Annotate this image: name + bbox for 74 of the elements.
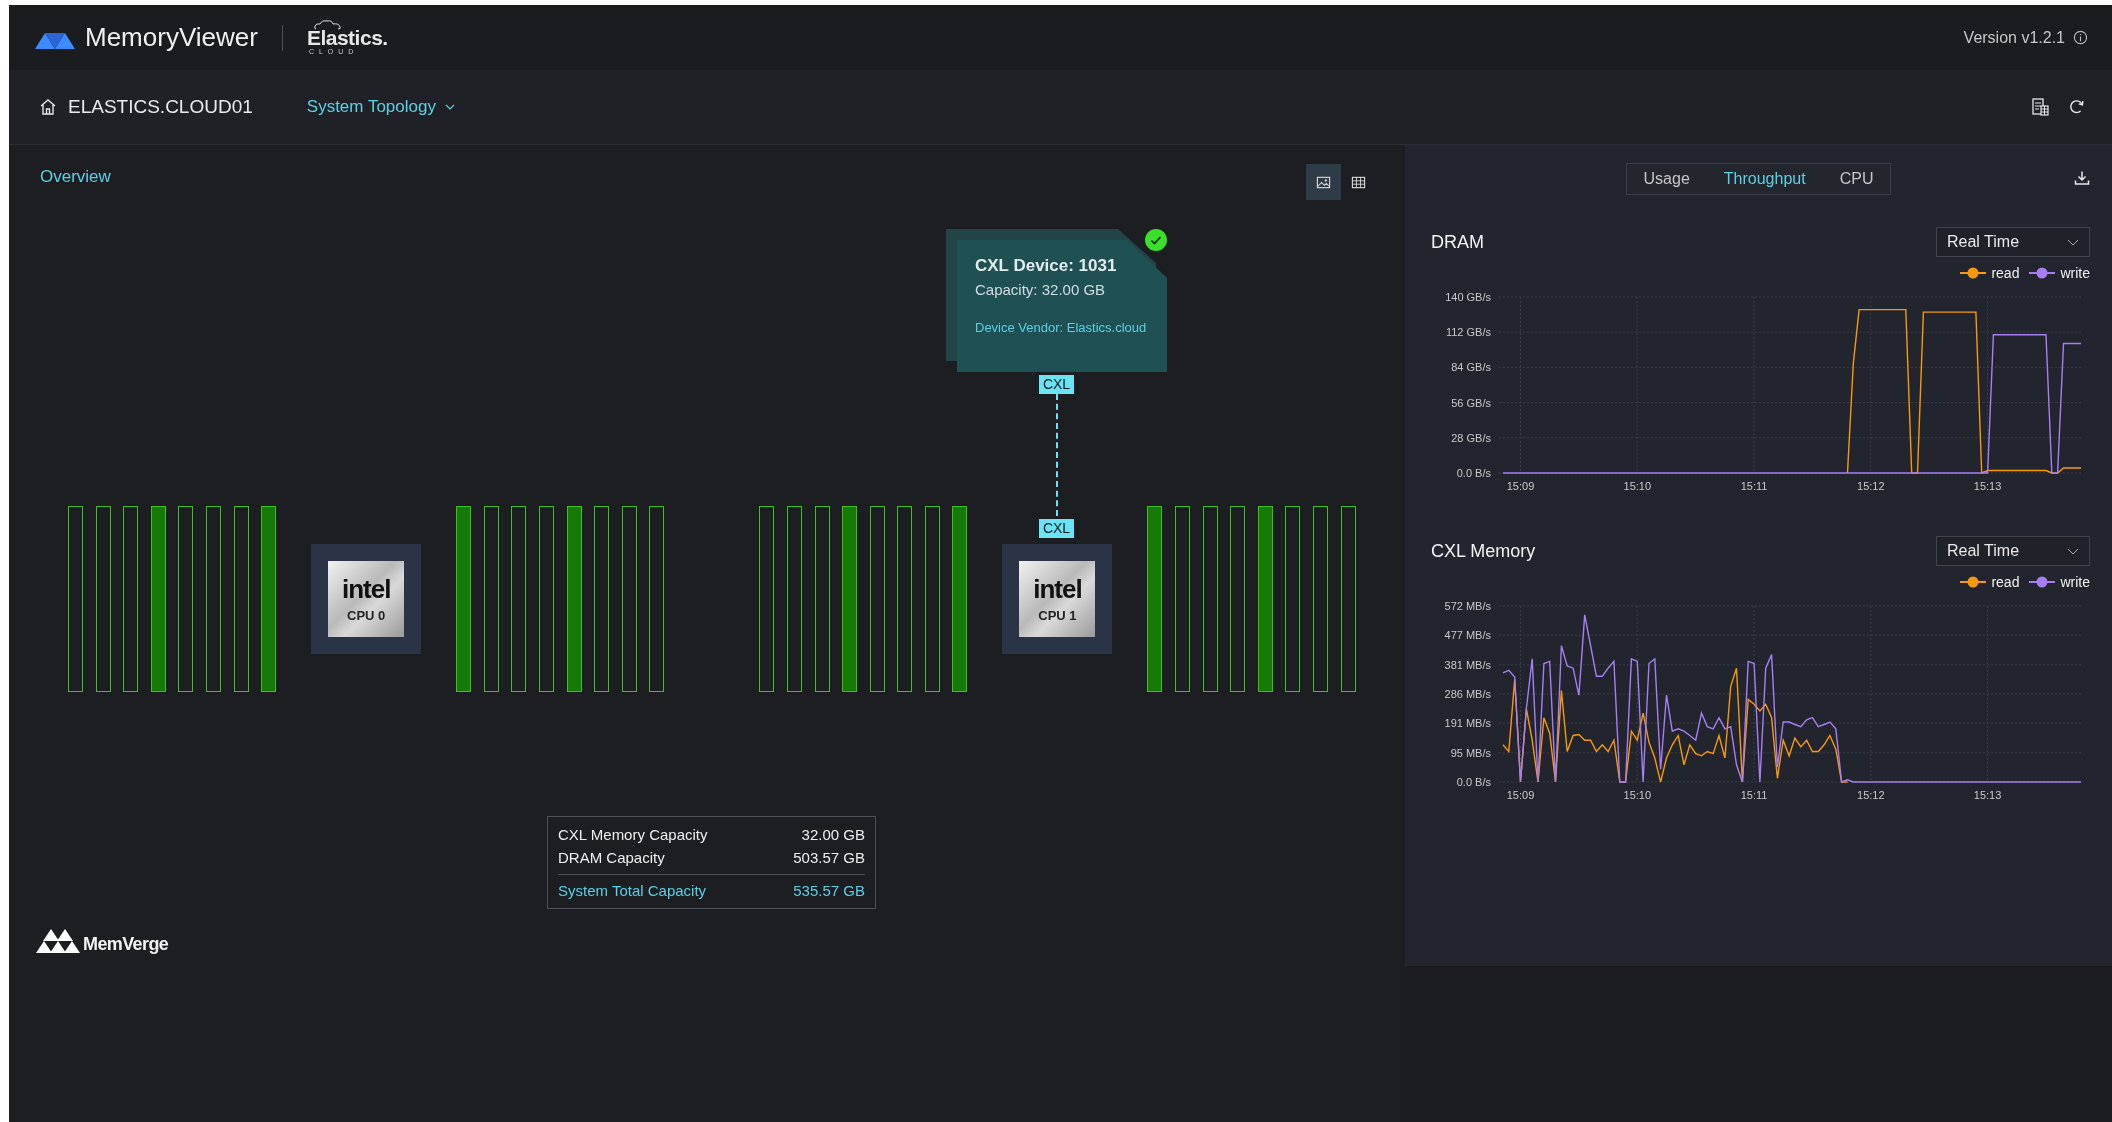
legend-label: write: [2060, 265, 2090, 281]
axis-label: 15:12: [1857, 480, 1885, 492]
legend-marker-icon: [1960, 267, 1987, 279]
cxl-device-card[interactable]: CXL Device: 1031 Capacity: 32.00 GB Device Vendor: Elastics.cloud: [957, 240, 1167, 372]
home-icon[interactable]: [38, 97, 58, 117]
axis-label: 15:13: [1973, 789, 2002, 801]
host-name: ELASTICS.CLOUD01: [68, 96, 253, 118]
axis-label: 15:11: [1740, 789, 1768, 801]
range-dropdown[interactable]: Real Time: [1936, 227, 2090, 257]
version-label: Version v1.2.1: [1963, 28, 2065, 47]
device-title: CXL Device: 1031: [975, 256, 1117, 276]
axis-label: 140 GB/s: [1445, 291, 1491, 303]
axis-label: 15:09: [1506, 480, 1535, 492]
axis-label: 112 GB/s: [1445, 326, 1491, 339]
capacity-value: 32.00 GB: [801, 825, 865, 845]
axis-label: 56 GB/s: [1451, 396, 1491, 409]
caret-icon: [2067, 238, 2079, 246]
legend-label: read: [1991, 574, 2020, 590]
axis-label: 15:10: [1623, 789, 1652, 801]
axis-label: 477 MB/s: [1444, 629, 1491, 642]
axis-label: 0.0 B/s: [1456, 467, 1491, 479]
axis-label: 28 GB/s: [1451, 431, 1491, 444]
range-dropdown[interactable]: Real Time: [1936, 536, 2090, 566]
axis-label: 572 MB/s: [1444, 600, 1491, 612]
chart-title: CXL Memory: [1431, 540, 1536, 562]
legend-marker-icon: [1960, 576, 1987, 588]
axis-label: 84 GB/s: [1451, 361, 1491, 374]
device-capacity: Capacity: 32.00 GB: [975, 281, 1106, 298]
total-label: System Total Capacity: [558, 881, 707, 901]
section-title: Overview: [40, 167, 111, 187]
caret-icon: [444, 104, 455, 110]
axis-label: 191 MB/s: [1444, 717, 1491, 730]
axis-label: 286 MB/s: [1444, 688, 1491, 700]
axis-label: 15:13: [1973, 480, 2002, 492]
download-icon[interactable]: [2074, 170, 2090, 186]
capacity-label: DRAM Capacity: [558, 848, 665, 868]
legend-label: write: [2060, 574, 2090, 590]
chart-title: DRAM: [1431, 231, 1484, 253]
table-icon: [1351, 174, 1366, 190]
port-label: CXL: [1038, 375, 1075, 394]
legend-marker-icon: [2029, 576, 2056, 588]
memverge-logo-icon: [36, 929, 80, 953]
axis-label: 95 MB/s: [1450, 746, 1491, 759]
image-icon: [1316, 174, 1331, 190]
total-value: 535.57 GB: [793, 881, 865, 901]
cpu-label: CPU 1: [1038, 607, 1077, 623]
capacity-label: CXL Memory Capacity: [558, 825, 708, 845]
info-icon[interactable]: [2073, 30, 2088, 45]
axis-label: 15:10: [1623, 480, 1652, 492]
cloud-icon: [312, 20, 343, 30]
axis-label: 381 MB/s: [1444, 658, 1491, 671]
capacity-value: 503.57 GB: [793, 848, 865, 868]
device-vendor: Device Vendor: Elastics.cloud: [975, 320, 1147, 335]
caret-icon: [2067, 547, 2079, 555]
legend-label: read: [1991, 265, 2020, 281]
port-label: CXL: [1038, 519, 1075, 538]
axis-label: 0.0 B/s: [1456, 776, 1491, 788]
axis-label: 15:11: [1740, 480, 1768, 492]
metric-tab[interactable]: Throughput: [1706, 164, 1823, 194]
view-dropdown[interactable]: System Topology: [306, 97, 455, 117]
memverge-logo-text: MemVerge: [83, 935, 169, 953]
legend-marker-icon: [2029, 267, 2056, 279]
chip-brand: intel: [1033, 575, 1082, 602]
chip-brand: intel: [341, 575, 391, 602]
refresh-icon[interactable]: [2068, 98, 2086, 116]
metric-tab[interactable]: CPU: [1822, 164, 1891, 194]
diagram-view-button[interactable]: [1306, 164, 1341, 200]
metric-tab[interactable]: Usage: [1626, 164, 1707, 194]
axis-label: 15:12: [1857, 789, 1885, 801]
axis-label: 15:09: [1506, 789, 1535, 801]
cpu-label: CPU 0: [347, 607, 386, 623]
document-icon[interactable]: [2030, 97, 2050, 117]
partner-logo-text: Elastics.: [306, 27, 388, 48]
app-name: MemoryViewer: [85, 22, 258, 53]
